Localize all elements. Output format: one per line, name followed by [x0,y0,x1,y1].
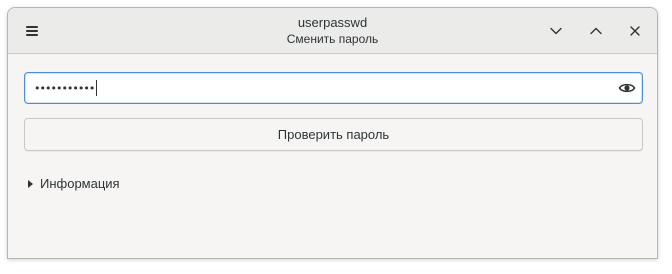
eye-icon[interactable] [618,79,636,97]
window-title: userpasswd [297,15,368,30]
text-caret [96,80,98,96]
app-window: userpasswd Сменить пароль ••••••••••• Пр… [7,7,658,259]
main-menu-button[interactable] [18,18,46,44]
close-button[interactable] [622,18,648,44]
hamburger-menu-icon [26,24,38,38]
masked-password-text: ••••••••••• [34,81,95,95]
expander-arrow-icon [28,179,33,188]
info-expander-label: Информация [40,176,120,191]
password-input[interactable]: ••••••••••• [24,72,643,104]
check-password-button[interactable]: Проверить пароль [24,118,643,151]
headerbar: userpasswd Сменить пароль [8,8,657,54]
window-subtitle: Сменить пароль [286,32,379,46]
password-value: ••••••••••• [34,73,98,103]
minimize-button[interactable] [543,18,569,44]
info-expander[interactable]: Информация [28,176,120,191]
close-icon [630,26,640,36]
maximize-button[interactable] [583,18,609,44]
content-area: ••••••••••• Проверить пароль Информация [8,54,657,258]
chevron-down-icon [550,27,562,35]
chevron-up-icon [590,27,602,35]
